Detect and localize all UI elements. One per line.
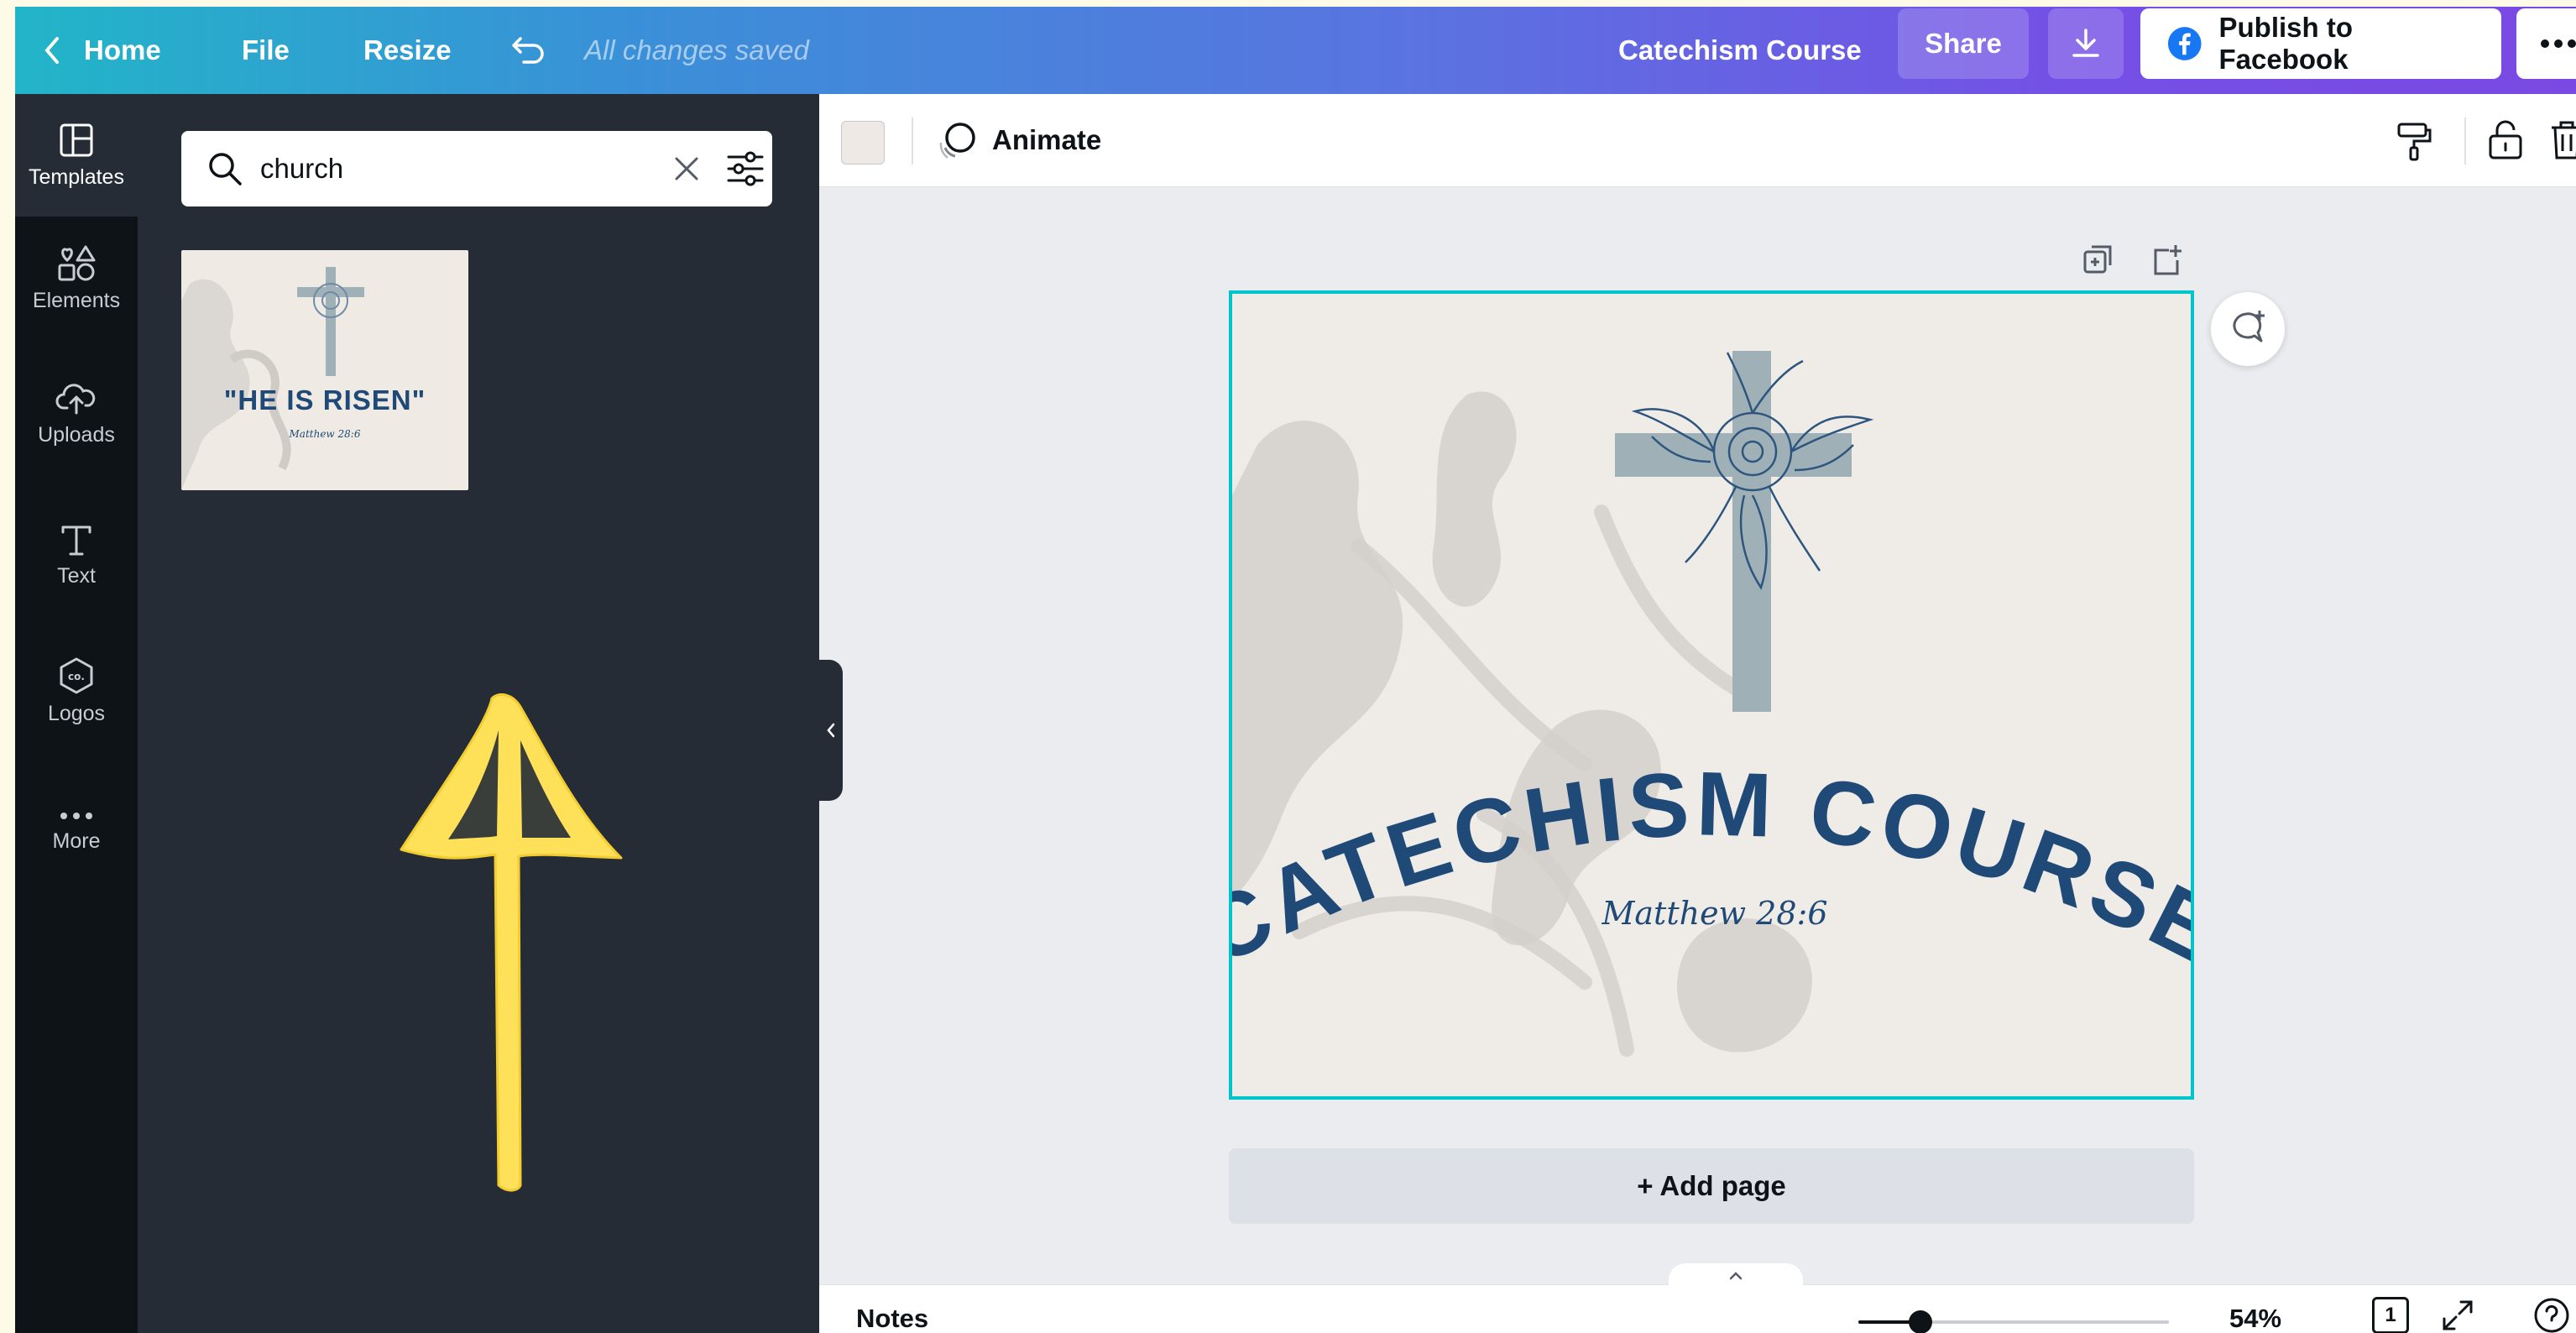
design-title[interactable]: Catechism Course <box>1618 7 1862 94</box>
annotation-arrow-overlay <box>394 690 630 1198</box>
file-label: File <box>242 34 290 65</box>
text-icon <box>61 525 91 556</box>
zoom-slider[interactable] <box>1858 1310 2169 1333</box>
fullscreen-expand-icon[interactable] <box>2439 1297 2476 1333</box>
chevron-left-icon <box>827 723 835 738</box>
resize-label: Resize <box>363 34 452 65</box>
add-page-label: + Add page <box>1637 1170 1786 1201</box>
toolbar-divider <box>912 118 913 165</box>
help-icon[interactable] <box>2533 1297 2570 1333</box>
more-horizontal-icon <box>2541 39 2576 48</box>
footer-bar: Notes 54% 1 <box>819 1263 2576 1333</box>
resize-button[interactable]: Resize <box>363 7 452 94</box>
comment-plus-icon <box>2233 311 2265 342</box>
clear-search-icon[interactable] <box>671 154 702 184</box>
search-icon <box>209 153 242 186</box>
publish-to-facebook-button[interactable]: Publish to Facebook <box>2140 8 2501 79</box>
page-count-button[interactable]: 1 <box>2372 1297 2409 1333</box>
search-input[interactable] <box>259 152 648 186</box>
lock-icon[interactable] <box>2486 119 2525 161</box>
paint-roller-icon[interactable] <box>2394 121 2434 161</box>
sidebar-item-label: Uploads <box>38 423 115 447</box>
sidebar-item-label: Elements <box>32 289 121 312</box>
add-page-icon[interactable] <box>2150 243 2184 277</box>
toolbar-divider <box>2464 118 2466 165</box>
sidebar-item-text[interactable]: Text <box>15 520 138 613</box>
sidebar-item-label: Logos <box>47 702 106 725</box>
add-page-button[interactable]: + Add page <box>1229 1148 2194 1224</box>
templates-icon <box>60 123 93 156</box>
share-button[interactable]: Share <box>1898 8 2029 79</box>
share-label: Share <box>1925 28 2002 59</box>
expand-pages-tab[interactable] <box>1669 1263 1803 1287</box>
download-icon <box>2072 29 2099 57</box>
template-result-thumbnail[interactable]: "HE IS RISEN" Matthew 28:6 <box>181 250 468 490</box>
save-status: All changes saved <box>584 7 809 94</box>
sidebar-item-elements[interactable]: Elements <box>15 242 138 334</box>
sidebar-item-label: More <box>52 829 101 853</box>
editor-toolbar: Animate <box>819 94 2576 187</box>
svg-text:co.: co. <box>68 671 85 682</box>
canvas-verse-text[interactable]: Matthew 28:6 <box>1232 895 2191 932</box>
thumbnail-title: "HE IS RISEN" <box>223 384 426 416</box>
sidebar-item-templates[interactable]: Templates <box>15 94 138 217</box>
design-title-text: Catechism Course <box>1618 34 1862 65</box>
animate-button[interactable]: Animate <box>937 94 1101 186</box>
notes-label: Notes <box>856 1304 929 1333</box>
yellow-arrow-icon <box>400 693 623 1192</box>
search-bar <box>181 131 772 206</box>
animate-label: Animate <box>992 124 1102 155</box>
thumbnail-subtitle: Matthew 28:6 <box>289 428 361 440</box>
facebook-icon <box>2167 27 2202 60</box>
top-bar: Home File Resize All changes saved Catec… <box>15 7 2576 94</box>
file-menu-button[interactable]: File <box>242 7 290 94</box>
upload-cloud-icon <box>55 384 96 415</box>
undo-icon <box>512 37 544 64</box>
trash-icon[interactable] <box>2548 119 2576 161</box>
animate-icon <box>939 123 975 159</box>
home-button[interactable]: Home <box>40 7 161 94</box>
zoom-slider-knob[interactable] <box>1909 1310 1932 1333</box>
sidebar: Templates Elements Uploads Text co. Logo… <box>15 94 138 1333</box>
logo-badge-icon: co. <box>60 657 93 694</box>
thumbnail-shadow-image <box>181 267 364 490</box>
home-label: Home <box>84 34 161 65</box>
notes-button[interactable]: Notes <box>856 1304 928 1333</box>
sidebar-item-more[interactable]: More <box>15 809 138 893</box>
dots-icon <box>60 813 92 819</box>
page-number: 1 <box>2385 1304 2396 1326</box>
add-comment-button[interactable] <box>2211 292 2285 366</box>
chevron-left-icon <box>44 37 59 64</box>
sidebar-item-uploads[interactable]: Uploads <box>15 379 138 472</box>
background-color-swatch[interactable] <box>841 121 885 165</box>
elements-icon <box>58 245 96 281</box>
sidebar-item-label: Templates <box>29 165 124 189</box>
canvas-artwork: CATECHISM COURSE <box>1232 351 2191 1057</box>
design-canvas[interactable]: CATECHISM COURSE Matthew 28:6 <box>1229 290 2194 1100</box>
more-options-button[interactable] <box>2516 8 2576 79</box>
publish-label: Publish to Facebook <box>2218 12 2354 75</box>
undo-button[interactable] <box>510 7 547 94</box>
templates-panel: "HE IS RISEN" Matthew 28:6 <box>138 94 819 1333</box>
canva-editor: Home File Resize All changes saved Catec… <box>15 7 2576 1333</box>
collapse-panel-handle[interactable] <box>819 660 843 801</box>
sidebar-item-logos[interactable]: co. Logos <box>15 656 138 749</box>
filter-sliders-icon[interactable] <box>725 150 765 187</box>
save-status-text: All changes saved <box>584 34 809 65</box>
duplicate-page-icon[interactable] <box>2082 243 2115 277</box>
sidebar-item-label: Text <box>57 564 96 588</box>
zoom-level[interactable]: 54% <box>2229 1304 2281 1333</box>
chevron-up-icon <box>1729 1272 1743 1280</box>
download-button[interactable] <box>2048 8 2124 79</box>
